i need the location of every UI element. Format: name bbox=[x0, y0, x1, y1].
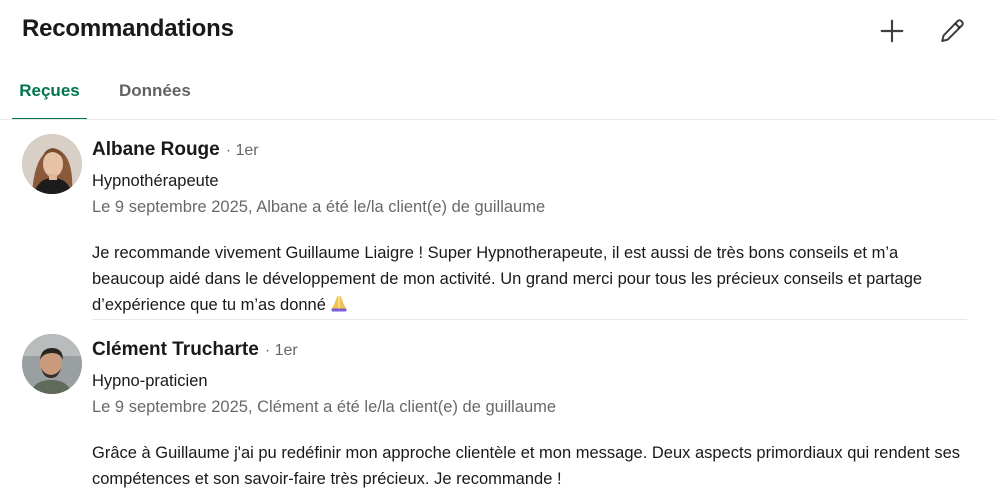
avatar[interactable] bbox=[22, 334, 82, 394]
edit-recommendations-button[interactable] bbox=[932, 11, 972, 51]
connection-degree: · 1er bbox=[264, 342, 298, 359]
section-title: Recommandations bbox=[22, 15, 234, 42]
recommendation-body: Clément Trucharte · 1er Hypno-praticien … bbox=[92, 334, 967, 489]
recommender-headline: Hypnothérapeute bbox=[92, 172, 219, 190]
recommendation-tabs: Reçues Données bbox=[12, 62, 195, 120]
connection-degree: · 1er bbox=[225, 142, 259, 159]
folded-hands-icon bbox=[329, 293, 349, 321]
recommendation-text-block: Je recommande vivement Guillaume Liaigre… bbox=[92, 240, 972, 321]
recommendation-meta: Le 9 septembre 2025, Clément a été le/la… bbox=[92, 398, 557, 416]
recommendation-body: Albane Rouge · 1er Hypnothérapeute Le 9 … bbox=[92, 134, 967, 321]
recommendation-text: Grâce à Guillaume j'ai pu redéfinir mon … bbox=[92, 444, 961, 488]
profile-photo bbox=[22, 334, 82, 394]
recommendation-text: Je recommande vivement Guillaume Liaigre… bbox=[92, 244, 923, 314]
tab-given[interactable]: Données bbox=[115, 62, 195, 120]
recommendations-card: Recommandations Reçues Données Albane Ro… bbox=[0, 0, 997, 489]
tab-received[interactable]: Reçues bbox=[12, 62, 87, 120]
avatar[interactable] bbox=[22, 134, 82, 194]
add-recommendation-button[interactable] bbox=[872, 11, 912, 51]
plus-icon bbox=[880, 19, 904, 43]
recommendation-meta: Le 9 septembre 2025, Albane a été le/la … bbox=[92, 198, 546, 216]
tabs-divider bbox=[0, 119, 997, 120]
recommender-name[interactable]: Albane Rouge bbox=[92, 139, 220, 161]
recommender-headline: Hypno-praticien bbox=[92, 372, 208, 390]
name-row: Albane Rouge · 1er bbox=[92, 134, 967, 168]
name-row: Clément Trucharte · 1er bbox=[92, 334, 967, 368]
item-divider bbox=[92, 319, 967, 320]
profile-photo bbox=[22, 134, 82, 194]
pencil-icon bbox=[941, 19, 964, 42]
card-header: Recommandations bbox=[0, 0, 997, 62]
recommender-name[interactable]: Clément Trucharte bbox=[92, 339, 259, 361]
